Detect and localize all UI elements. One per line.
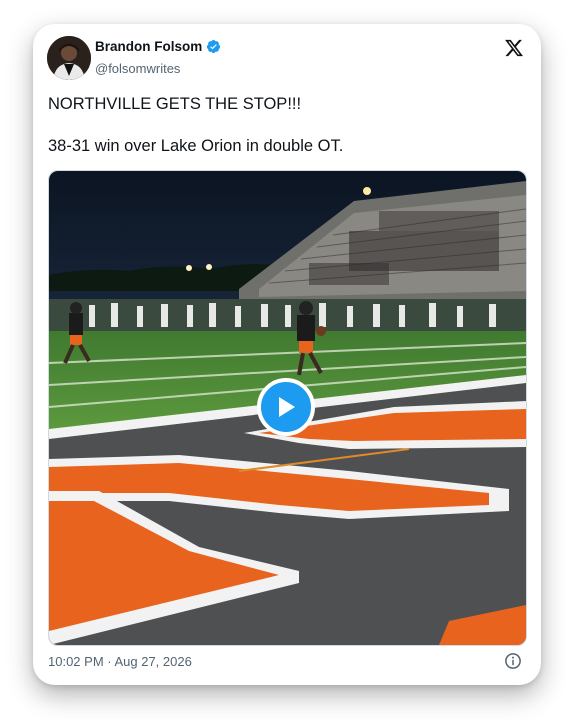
tweet-timestamp[interactable]: 10:02 PM · Aug 27, 2026 [48, 654, 192, 669]
play-button[interactable] [257, 378, 315, 436]
author-handle[interactable]: @folsomwrites [95, 61, 180, 76]
tweet-text: NORTHVILLE GETS THE STOP!!! 38-31 win ov… [48, 94, 518, 157]
avatar-photo [47, 36, 91, 80]
author-avatar[interactable] [47, 36, 91, 80]
info-icon[interactable] [504, 652, 522, 670]
x-logo-icon[interactable] [504, 38, 524, 58]
author-display-name[interactable]: Brandon Folsom [95, 39, 202, 54]
tweet-line-1: NORTHVILLE GETS THE STOP!!! [48, 95, 302, 113]
verified-badge-icon [207, 39, 221, 54]
tweet-line-2: 38-31 win over Lake Orion in double OT. [48, 137, 344, 155]
play-icon [279, 397, 295, 417]
video-media[interactable] [48, 170, 527, 646]
tweet-card: Brandon Folsom @folsomwrites NORTHVILLE … [33, 24, 541, 685]
author-name-row: Brandon Folsom [95, 39, 221, 54]
